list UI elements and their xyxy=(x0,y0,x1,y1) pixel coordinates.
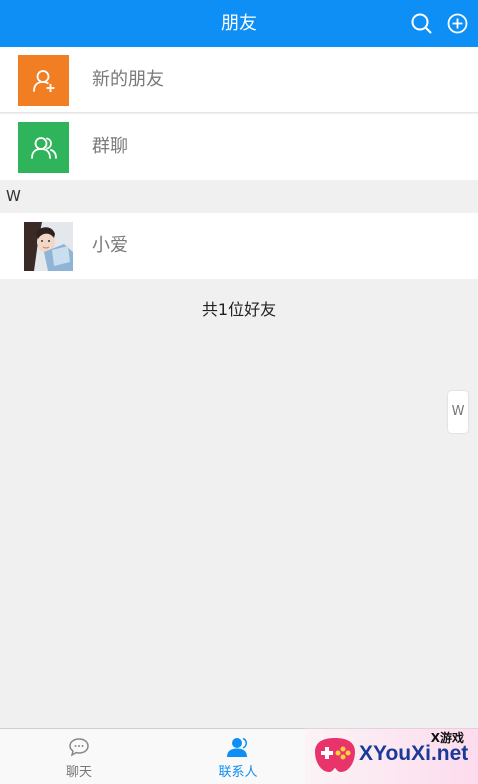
new-friends-label: 新的朋友 xyxy=(92,69,164,90)
index-letter-w[interactable]: W xyxy=(452,404,465,419)
page-title: 朋友 xyxy=(221,13,257,34)
watermark-text: XYouXi.net xyxy=(359,742,469,765)
new-friends-avatar xyxy=(18,55,69,106)
top-bar: 朋友 xyxy=(0,0,478,47)
tab-chat-label: 聊天 xyxy=(65,765,92,780)
search-icon xyxy=(411,13,432,34)
section-header-w: W xyxy=(0,180,478,213)
alphabet-index-bar[interactable]: W xyxy=(448,391,468,433)
tab-contacts[interactable]: 联系人 xyxy=(178,729,298,784)
search-button[interactable] xyxy=(410,12,433,35)
group-chat-label: 群聊 xyxy=(92,136,128,157)
site-watermark: X游戏 XYouXi.net xyxy=(305,728,478,784)
gamepad-logo-icon xyxy=(315,738,355,772)
contact-photo-icon xyxy=(24,222,73,271)
friend-count: 共1位好友 xyxy=(201,300,277,319)
group-chat-item[interactable]: 群聊 xyxy=(0,114,478,180)
new-friends-item[interactable]: 新的朋友 xyxy=(0,47,478,113)
chat-bubble-icon xyxy=(69,738,89,757)
contacts-person-icon xyxy=(227,737,248,757)
add-button[interactable] xyxy=(446,12,469,35)
plus-circle-icon xyxy=(447,13,468,34)
group-chat-avatar xyxy=(18,122,69,173)
contact-item[interactable]: 小爱 xyxy=(0,213,478,279)
contact-avatar xyxy=(24,222,73,271)
contact-name: 小爱 xyxy=(92,235,128,256)
tab-chat[interactable]: 聊天 xyxy=(19,729,139,784)
add-friend-icon xyxy=(32,69,54,92)
group-icon xyxy=(30,136,57,159)
tab-contacts-label: 联系人 xyxy=(218,765,258,780)
